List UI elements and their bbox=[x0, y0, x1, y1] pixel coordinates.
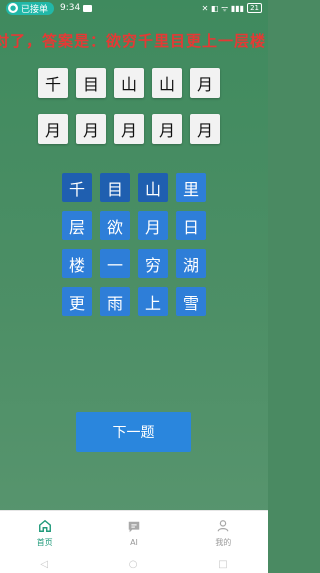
user-icon bbox=[217, 519, 229, 531]
answer-slot[interactable]: 月 bbox=[114, 114, 144, 144]
choice-tile[interactable]: 雪 bbox=[176, 287, 206, 316]
choice-tile[interactable]: 里 bbox=[176, 173, 206, 202]
choice-tile[interactable]: 目 bbox=[100, 173, 130, 202]
system-nav-bar: ◁ ○ □ bbox=[0, 555, 268, 573]
next-question-button[interactable]: 下一题 bbox=[76, 412, 191, 452]
nav-home[interactable]: 首页 bbox=[0, 511, 89, 555]
choice-tile[interactable]: 日 bbox=[176, 211, 206, 240]
back-icon[interactable]: ◁ bbox=[40, 559, 48, 570]
choice-tile[interactable]: 更 bbox=[62, 287, 92, 316]
choice-tile[interactable]: 雨 bbox=[100, 287, 130, 316]
bottom-nav: 首页 AI 我的 bbox=[0, 510, 268, 555]
answer-slot[interactable]: 山 bbox=[114, 68, 144, 98]
order-status-pill[interactable]: ● 已接单 bbox=[6, 1, 55, 15]
answer-row-1: 千 目 山 山 月 bbox=[38, 68, 220, 98]
battery-icon: 21 bbox=[247, 3, 262, 13]
choice-tile[interactable]: 一 bbox=[100, 249, 130, 278]
choice-tile[interactable]: 欲 bbox=[100, 211, 130, 240]
order-app-icon: ● bbox=[8, 3, 18, 13]
answer-slot[interactable]: 月 bbox=[76, 114, 106, 144]
message-icon bbox=[83, 4, 93, 12]
nav-profile-label: 我的 bbox=[215, 537, 232, 547]
choice-tile[interactable]: 层 bbox=[62, 211, 92, 240]
nav-home-label: 首页 bbox=[36, 537, 53, 547]
answer-slot[interactable]: 月 bbox=[152, 114, 182, 144]
answer-slot[interactable]: 千 bbox=[38, 68, 68, 98]
answer-slot[interactable]: 山 bbox=[152, 68, 182, 98]
answer-slot[interactable]: 月 bbox=[38, 114, 68, 144]
choice-tile[interactable]: 千 bbox=[62, 173, 92, 202]
nav-ai[interactable]: AI bbox=[89, 511, 178, 555]
order-status-label: 已接单 bbox=[21, 4, 49, 15]
app-screen: ● 已接单 9:34 ✕ ◧ ᯤ ▮▮▮ 21 对了，答案是：欲穷千里目更上一层… bbox=[0, 0, 268, 573]
nav-ai-label: AI bbox=[130, 537, 138, 547]
choice-tile[interactable]: 湖 bbox=[176, 249, 206, 278]
choice-tile[interactable]: 楼 bbox=[62, 249, 92, 278]
status-bar: ● 已接单 9:34 ✕ ◧ ᯤ ▮▮▮ 21 bbox=[0, 0, 268, 16]
nav-profile[interactable]: 我的 bbox=[179, 511, 268, 555]
answer-slot[interactable]: 月 bbox=[190, 114, 220, 144]
answer-slot[interactable]: 目 bbox=[76, 68, 106, 98]
choice-tile[interactable]: 月 bbox=[138, 211, 168, 240]
choice-tile[interactable]: 上 bbox=[138, 287, 168, 316]
status-icons: ✕ ◧ ᯤ ▮▮▮ 21 bbox=[202, 3, 262, 14]
choice-tile[interactable]: 穷 bbox=[138, 249, 168, 278]
answer-slot[interactable]: 月 bbox=[190, 68, 220, 98]
choice-tile[interactable]: 山 bbox=[138, 173, 168, 202]
answer-row-2: 月 月 月 月 月 bbox=[38, 114, 220, 144]
result-message: 对了，答案是：欲穷千里目更上一层楼 bbox=[0, 32, 267, 50]
clock: 9:34 bbox=[60, 3, 81, 13]
home-icon bbox=[38, 519, 51, 532]
signal-icons: ✕ ◧ ᯤ ▮▮▮ bbox=[201, 3, 245, 13]
choice-grid: 千 目 山 里 层 欲 月 日 楼 一 穷 湖 更 雨 上 雪 bbox=[62, 173, 206, 316]
recents-icon[interactable]: □ bbox=[218, 559, 227, 570]
chat-icon bbox=[128, 521, 140, 532]
home-circle-icon[interactable]: ○ bbox=[129, 559, 138, 570]
